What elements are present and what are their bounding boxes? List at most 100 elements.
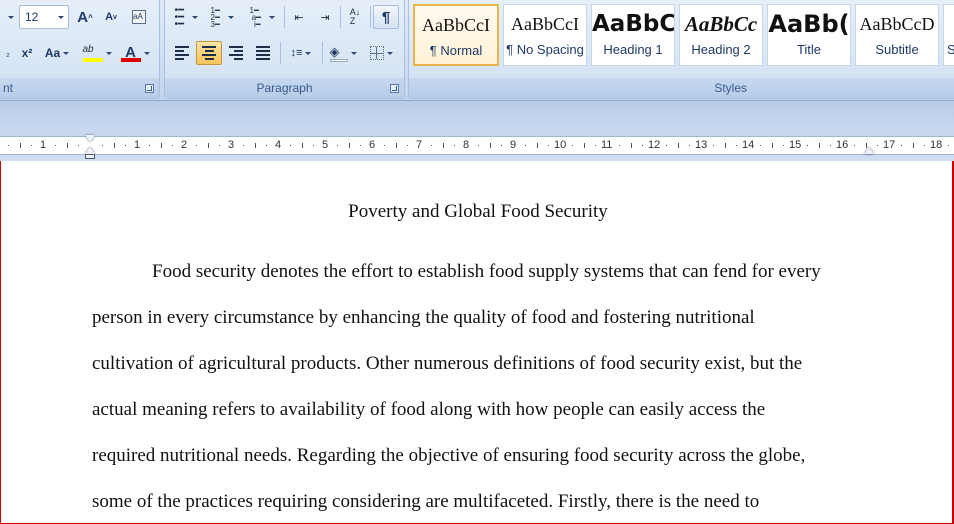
ruler-half-tick xyxy=(490,143,491,148)
style-subtle-emphasis[interactable]: S xyxy=(943,4,954,66)
borders-button[interactable] xyxy=(363,41,399,65)
grow-font-button[interactable]: A ^ xyxy=(74,5,96,29)
highlight-button[interactable]: ab xyxy=(79,41,115,65)
left-indent-marker[interactable] xyxy=(85,154,95,159)
shading-button[interactable]: ◈ xyxy=(325,41,361,65)
ruler-dot xyxy=(407,145,408,146)
ruler-dot xyxy=(243,145,244,146)
ruler-number: 12 xyxy=(648,139,661,151)
ruler-dot xyxy=(572,145,573,146)
style-name: Title xyxy=(796,42,822,57)
font-size-dropdown[interactable]: 12 xyxy=(19,5,69,29)
body-line: Food security denotes the effort to esta… xyxy=(152,261,821,282)
ruler-dot xyxy=(736,145,737,146)
multilevel-list-icon: 1━ a━ i━ xyxy=(249,5,262,29)
style-name: Heading 2 xyxy=(691,42,751,57)
ruler-dot xyxy=(501,145,502,146)
increase-indent-button[interactable]: ⇥ xyxy=(313,5,337,29)
separator xyxy=(280,42,281,64)
highlighter-icon: ab xyxy=(82,44,103,62)
line-spacing-button[interactable]: ↕≡ xyxy=(284,41,318,65)
justify-button[interactable] xyxy=(250,41,276,65)
style-name: Heading 1 xyxy=(603,42,663,57)
sort-button[interactable]: A↓ Z xyxy=(343,5,367,29)
separator xyxy=(340,6,341,28)
style-sample: AaBbCcI xyxy=(511,14,579,34)
font-dialog-launcher-icon[interactable] xyxy=(145,84,154,93)
paragraph-dialog-launcher-icon[interactable] xyxy=(390,84,399,93)
shrink-font-button[interactable]: Av xyxy=(100,5,122,29)
ruler-dot xyxy=(548,145,549,146)
ruler-number: 2 xyxy=(181,139,188,151)
ruler-dot xyxy=(924,145,925,146)
ruler-dot xyxy=(642,145,643,146)
ruler-dot xyxy=(595,145,596,146)
grow-font-icon: A xyxy=(77,8,89,26)
font-group-label: nt xyxy=(0,78,159,98)
document-page[interactable]: Poverty and Global Food Security Food se… xyxy=(0,161,954,524)
subscript-button[interactable]: ₂ xyxy=(1,41,15,65)
body-line: cultivation of agricultural products. Ot… xyxy=(92,353,803,374)
ruler-number: 10 xyxy=(554,139,567,151)
ruler-dot xyxy=(55,145,56,146)
style-normal[interactable]: AaBbCcI ¶ Normal xyxy=(413,4,499,66)
numbering-button[interactable]: 1━ 2━ 3━ xyxy=(205,5,239,29)
ruler-number: 1 xyxy=(40,139,47,151)
ruler-dot xyxy=(948,145,949,146)
ruler-half-tick xyxy=(725,143,726,148)
align-right-button[interactable] xyxy=(223,41,249,65)
ruler-dot xyxy=(360,145,361,146)
change-case-label: Aa xyxy=(44,46,61,60)
ruler-number: 16 xyxy=(836,139,849,151)
right-indent-marker[interactable] xyxy=(864,147,874,154)
ruler-dot xyxy=(854,145,855,146)
styles-group: AaBbCcI ¶ Normal AaBbCcI ¶ No Spacing Aa… xyxy=(408,0,954,99)
font-size-value: 12 xyxy=(25,10,39,24)
font-name-dropdown[interactable] xyxy=(1,5,17,29)
style-sample: AaBbCcD xyxy=(859,14,935,34)
horizontal-ruler[interactable]: 1 1 2 3 4 5 6 7 8 9 10 11 12 13 14 15 16 17 18 xyxy=(0,135,954,159)
ruler-dot xyxy=(713,145,714,146)
ruler-number: 7 xyxy=(416,139,423,151)
clear-formatting-button[interactable]: aA xyxy=(127,5,151,29)
font-color-button[interactable]: A xyxy=(117,41,153,65)
multilevel-list-button[interactable]: 1━ a━ i━ xyxy=(243,5,281,29)
change-case-button[interactable]: Aa xyxy=(41,41,73,65)
decrease-indent-button[interactable]: ⇤ xyxy=(287,5,311,29)
subscript-icon: ₂ xyxy=(6,47,10,59)
ruler-half-tick xyxy=(208,143,209,148)
style-title[interactable]: AaBb( Title xyxy=(767,4,851,66)
ruler-half-tick xyxy=(114,143,115,148)
clear-formatting-icon: aA xyxy=(132,10,146,24)
show-formatting-marks-button[interactable]: ¶ xyxy=(373,5,399,29)
pilcrow-icon: ¶ xyxy=(381,8,391,26)
paint-bucket-icon: ◈ xyxy=(329,44,348,62)
style-subtitle[interactable]: AaBbCcD Subtitle xyxy=(855,4,939,66)
ruler-half-tick xyxy=(67,143,68,148)
first-line-indent-marker[interactable] xyxy=(85,135,95,142)
superscript-button[interactable]: x² xyxy=(17,41,37,65)
ruler-number: 1 xyxy=(134,139,141,151)
style-no-spacing[interactable]: AaBbCcI ¶ No Spacing xyxy=(503,4,587,66)
align-left-button[interactable] xyxy=(169,41,195,65)
ruler-dot xyxy=(525,145,526,146)
align-center-button[interactable] xyxy=(196,41,222,65)
ruler-half-tick xyxy=(161,143,162,148)
superscript-label: x² xyxy=(21,46,33,60)
separator xyxy=(284,6,285,28)
decrease-indent-icon: ⇤ xyxy=(294,11,304,24)
body-line: person in every circumstance by enhancin… xyxy=(92,307,755,328)
style-heading-1[interactable]: AaBbC Heading 1 xyxy=(591,4,675,66)
hanging-indent-marker[interactable] xyxy=(85,147,95,154)
ruler-number: 17 xyxy=(883,139,896,151)
ruler-dot xyxy=(196,145,197,146)
ruler-half-tick xyxy=(537,143,538,148)
style-heading-2[interactable]: AaBbCc Heading 2 xyxy=(679,4,763,66)
ruler-dot xyxy=(431,145,432,146)
style-sample xyxy=(947,5,954,41)
ruler-half-tick xyxy=(678,143,679,148)
bullets-button[interactable]: •━ •━ •━ xyxy=(169,5,203,29)
align-right-icon xyxy=(229,46,243,60)
ruler-dot xyxy=(149,145,150,146)
ruler-dot xyxy=(478,145,479,146)
